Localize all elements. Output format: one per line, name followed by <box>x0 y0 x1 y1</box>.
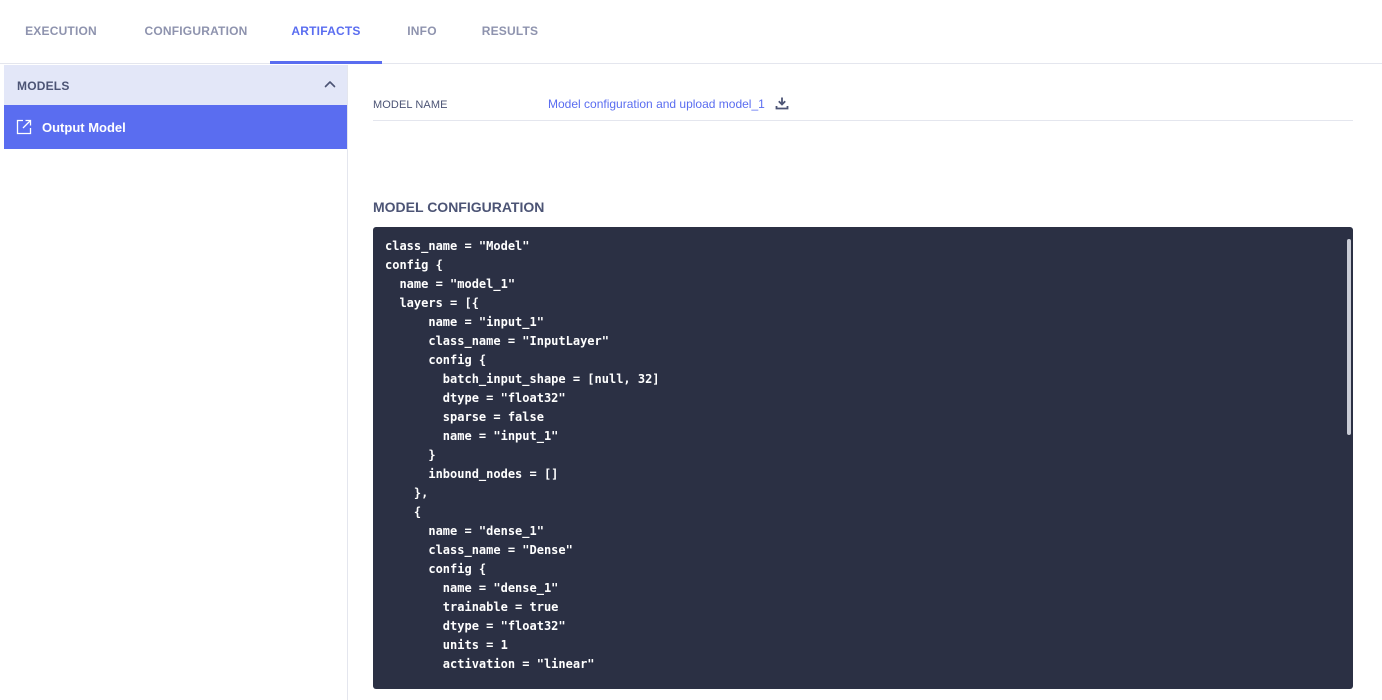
model-name-label: MODEL NAME <box>373 99 448 111</box>
models-sidebar: MODELS Output Model <box>0 65 348 700</box>
models-section-title: MODELS <box>17 79 70 93</box>
model-name-link[interactable]: Model configuration and upload model_1 <box>548 97 765 111</box>
tab-results[interactable]: RESULTS <box>462 0 558 64</box>
model-configuration-title: MODEL CONFIGURATION <box>373 199 545 215</box>
tab-info[interactable]: INFO <box>382 0 462 64</box>
external-link-icon <box>16 119 32 135</box>
artifacts-page: EXECUTION CONFIGURATION ARTIFACTS INFO R… <box>0 0 1382 700</box>
model-configuration-code[interactable]: class_name = "Model" config { name = "mo… <box>373 227 1353 689</box>
download-icon[interactable] <box>775 96 789 110</box>
sidebar-item-label: Output Model <box>42 120 126 135</box>
tab-bar: EXECUTION CONFIGURATION ARTIFACTS INFO R… <box>0 0 1382 64</box>
config-text: class_name = "Model" config { name = "mo… <box>385 239 660 671</box>
code-scrollbar[interactable] <box>1347 239 1351 435</box>
sidebar-item-output-model[interactable]: Output Model <box>4 105 347 149</box>
model-details: MODEL NAME Model configuration and uploa… <box>348 65 1382 700</box>
tab-artifacts[interactable]: ARTIFACTS <box>270 0 382 64</box>
tab-configuration[interactable]: CONFIGURATION <box>122 0 270 64</box>
models-section-header[interactable]: MODELS <box>4 65 347 105</box>
model-name-row: MODEL NAME Model configuration and uploa… <box>373 89 1353 121</box>
tab-execution[interactable]: EXECUTION <box>0 0 122 64</box>
chevron-up-icon[interactable] <box>323 77 337 91</box>
